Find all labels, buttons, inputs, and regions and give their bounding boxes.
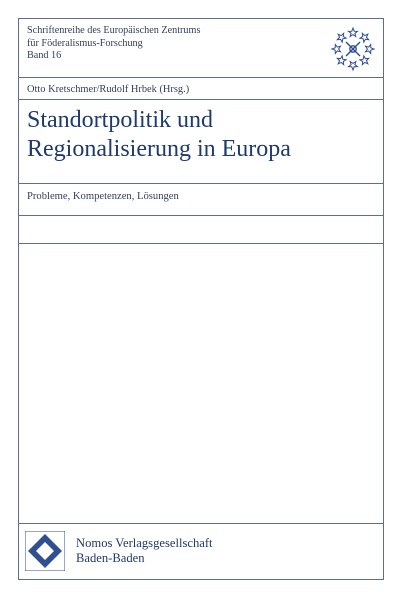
divider [19, 99, 383, 100]
series-info: Schriftenreihe des Europäischen Zentrums… [27, 25, 327, 63]
publisher-name: Nomos Verlagsgesellschaft [76, 536, 213, 550]
publisher-location: Baden-Baden [76, 551, 145, 565]
divider [19, 183, 383, 184]
book-subtitle: Probleme, Kompetenzen, Lösungen [27, 191, 179, 202]
editors: Otto Kretschmer/Rudolf Hrbek (Hrsg.) [27, 84, 190, 95]
divider [19, 523, 383, 524]
book-title: Standortpolitik und Regionalisierung in … [27, 106, 377, 164]
series-volume: Band 16 [27, 50, 62, 62]
book-cover: Schriftenreihe des Europäischen Zentrums… [18, 18, 384, 580]
book-title-line1: Standortpolitik und [27, 107, 213, 133]
divider [19, 77, 383, 78]
nomos-diamond-logo-icon [25, 531, 65, 571]
divider [19, 243, 383, 244]
publisher: Nomos Verlagsgesellschaft Baden-Baden [76, 536, 213, 566]
divider [19, 215, 383, 216]
series-name-line2: für Föderalismus-Forschung [27, 37, 143, 49]
eu-centre-emblem-icon [331, 26, 375, 71]
series-name-line1: Schriftenreihe des Europäischen Zentrums [27, 25, 201, 36]
book-title-line2: Regionalisierung in Europa [27, 136, 291, 162]
